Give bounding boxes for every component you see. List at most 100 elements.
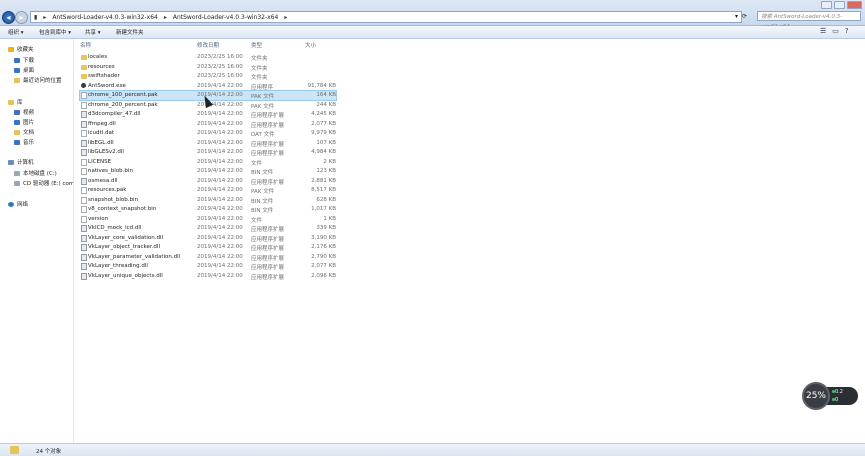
sidebar-item-label: 计算机 (17, 160, 34, 166)
file-row[interactable]: osmesa.dll 2019/4/14 22:00 应用程序扩展 2,881 KB (80, 177, 336, 186)
file-row[interactable]: snapshot_blob.bin 2019/4/14 22:00 BIN 文件 62… (80, 196, 336, 205)
file-type: 文件 (251, 217, 263, 224)
folder-row[interactable]: swiftshader 2023/2/25 16:00 文件夹 (80, 72, 336, 81)
file-row[interactable]: icudtl.dat 2019/4/14 22:00 DAT 文件 9,979 KB (80, 129, 336, 138)
dropdown-arrow-icon[interactable]: ▾ (735, 13, 738, 20)
column-header-size[interactable]: 大小 (305, 41, 316, 49)
sidebar-item-documents[interactable]: 文档 (14, 128, 34, 136)
file-row[interactable]: d3dcompiler_47.dll 2019/4/14 22:00 应用程序扩展 4… (80, 110, 336, 119)
file-row[interactable]: VkLayer_core_validation.dll 2019/4/14 22:… (80, 234, 336, 243)
sidebar-item-local-disk[interactable]: 本地磁盘 (C:) (14, 169, 57, 177)
file-date: 2023/2/25 16:00 (197, 73, 243, 79)
file-row[interactable]: version 2019/4/14 22:00 文件 1 KB (80, 215, 336, 224)
organize-button[interactable]: 组织 ▾ (8, 28, 24, 36)
sidebar-item-videos[interactable]: 视频 (14, 108, 34, 116)
file-name: libEGL.dll (88, 139, 114, 146)
file-row[interactable]: VkLayer_unique_objects.dll 2019/4/14 22:0… (80, 272, 336, 281)
file-row[interactable]: v8_context_snapshot.bin 2019/4/14 22:00 BI… (80, 205, 336, 214)
file-type: 应用程序扩展 (251, 227, 285, 233)
breadcrumb-item[interactable]: AntSword-Loader-v4.0.3-win32-x64 (49, 14, 161, 21)
sidebar-item-downloads[interactable]: 下载 (14, 56, 34, 64)
file-icon (81, 92, 87, 99)
preview-pane-icon[interactable]: ▭ (832, 27, 839, 35)
folder-row[interactable]: locales 2023/2/25 16:00 文件夹 (80, 53, 336, 62)
file-date: 2019/4/14 22:00 (197, 139, 243, 146)
file-row[interactable]: VkLayer_threading.dll 2019/4/14 22:00 应用程序… (80, 262, 336, 271)
network-speed-widget[interactable]: 25% 0.2 0 (802, 382, 858, 410)
column-header-type[interactable]: 类型 (251, 41, 262, 49)
title-bar: ◂ ▸ ▮ ▸ AntSword-Loader-v4.0.3-win32-x64… (0, 0, 865, 30)
video-icon (14, 109, 20, 115)
sidebar-item-favorites[interactable]: 收藏夹 (8, 45, 34, 53)
help-icon[interactable]: ? (845, 27, 849, 35)
file-size: 123 KB (316, 168, 336, 174)
file-row[interactable]: resources.pak 2019/4/14 22:00 PAK 文件 8,517 … (80, 186, 336, 195)
file-row[interactable]: LICENSE 2019/4/14 22:00 文件 2 KB (80, 158, 336, 167)
sidebar-item-cd-drive[interactable]: CD 驱动器 (E:) corr (14, 179, 73, 187)
file-row[interactable]: VkLayer_object_tracker.dll 2019/4/14 22:0… (80, 243, 336, 252)
file-row[interactable]: libEGL.dll 2019/4/14 22:00 应用程序扩展 107 KB (80, 139, 336, 148)
file-name: resources.pak (88, 187, 127, 193)
address-bar[interactable]: ▮ ▸ AntSword-Loader-v4.0.3-win32-x64 ▸ A… (30, 11, 742, 23)
sidebar-item-desktop[interactable]: 桌面 (14, 66, 34, 74)
file-row[interactable]: ffmpeg.dll 2019/4/14 22:00 应用程序扩展 2,077 KB (80, 120, 336, 129)
view-options-icon[interactable]: ☰ (820, 27, 826, 35)
file-date: 2019/4/14 22:00 (197, 244, 243, 250)
share-button[interactable]: 共享 ▾ (85, 28, 101, 36)
column-header-name[interactable]: 名称 (80, 41, 91, 49)
folder-icon: ▮ (34, 13, 38, 21)
refresh-icon[interactable]: ⟳ (742, 13, 747, 20)
close-button[interactable] (847, 1, 862, 9)
file-type: PAK 文件 (251, 189, 275, 195)
file-size: 8,517 KB (311, 187, 336, 193)
minimize-button[interactable] (821, 1, 832, 9)
sidebar-item-network[interactable]: 网络 (8, 200, 28, 208)
sidebar-item-recent[interactable]: 最近访问的位置 (14, 76, 62, 84)
file-size: 2,176 KB (311, 244, 336, 250)
music-icon (14, 139, 20, 145)
dll-file-icon (81, 139, 87, 147)
file-type: 应用程序扩展 (251, 265, 285, 271)
file-row[interactable]: AntSword.exe 2019/4/14 22:00 应用程序 91,784 KB (80, 82, 336, 91)
file-type: 应用程序扩展 (251, 179, 285, 186)
file-date: 2019/4/14 22:00 (197, 196, 243, 203)
file-row[interactable]: VkICD_mock_icd.dll 2019/4/14 22:00 应用程序扩展 3… (80, 224, 336, 233)
back-button[interactable]: ◂ (2, 11, 15, 24)
forward-button[interactable]: ▸ (15, 11, 28, 24)
include-in-library-button[interactable]: 包含到库中 ▾ (39, 28, 71, 36)
sidebar-item-libraries[interactable]: 库 (8, 98, 23, 106)
file-name: chrome_100_percent.pak (88, 92, 158, 98)
file-date: 2023/2/25 16:00 (197, 63, 243, 70)
library-icon (8, 99, 14, 105)
sidebar-item-pictures[interactable]: 图片 (14, 118, 34, 126)
maximize-button[interactable] (834, 1, 845, 9)
breadcrumb-item[interactable]: AntSword-Loader-v4.0.3-win32-x64 (170, 14, 282, 21)
sidebar-item-computer[interactable]: 计算机 (8, 158, 34, 166)
address-controls: ▾ ⟳ (735, 11, 755, 21)
folder-row[interactable]: resources 2023/2/25 16:00 文件夹 (80, 63, 336, 72)
file-type: 应用程序扩展 (251, 246, 285, 252)
file-row[interactable]: VkLayer_parameter_validation.dll 2019/4/1… (80, 253, 336, 262)
file-name: snapshot_blob.bin (88, 196, 138, 203)
file-name: chrome_200_percent.pak (88, 101, 158, 108)
file-date: 2019/4/14 22:00 (197, 215, 243, 222)
new-folder-button[interactable]: 新建文件夹 (116, 28, 144, 36)
file-row[interactable]: libGLESv2.dll 2019/4/14 22:00 应用程序扩展 4,984 … (80, 148, 336, 157)
dll-file-icon (81, 177, 87, 185)
dll-file-icon (81, 272, 87, 280)
file-type: 应用程序扩展 (251, 151, 285, 157)
file-row[interactable]: natives_blob.bin 2019/4/14 22:00 BIN 文件 123… (80, 167, 336, 176)
file-type: 应用程序扩展 (251, 113, 285, 119)
search-input[interactable]: 搜索 AntSword-Loader-v4.0.3-win32-x64 (757, 11, 861, 30)
file-name: d3dcompiler_47.dll (88, 111, 141, 117)
file-name: VkLayer_threading.dll (88, 263, 148, 269)
column-header-date[interactable]: 修改日期 (197, 41, 219, 49)
sidebar-item-music[interactable]: 音乐 (14, 138, 34, 146)
download-speed: 0 (835, 397, 839, 403)
file-list: 名称 修改日期 类型 大小 locales 2023/2/25 16:00 文件夹 r… (74, 39, 865, 443)
file-date: 2019/4/14 22:00 (197, 263, 243, 269)
file-name: AntSword.exe (88, 82, 126, 89)
sidebar-item-label: 本地磁盘 (C:) (23, 171, 57, 177)
file-type: 应用程序扩展 (251, 236, 285, 243)
file-icon (81, 215, 87, 223)
